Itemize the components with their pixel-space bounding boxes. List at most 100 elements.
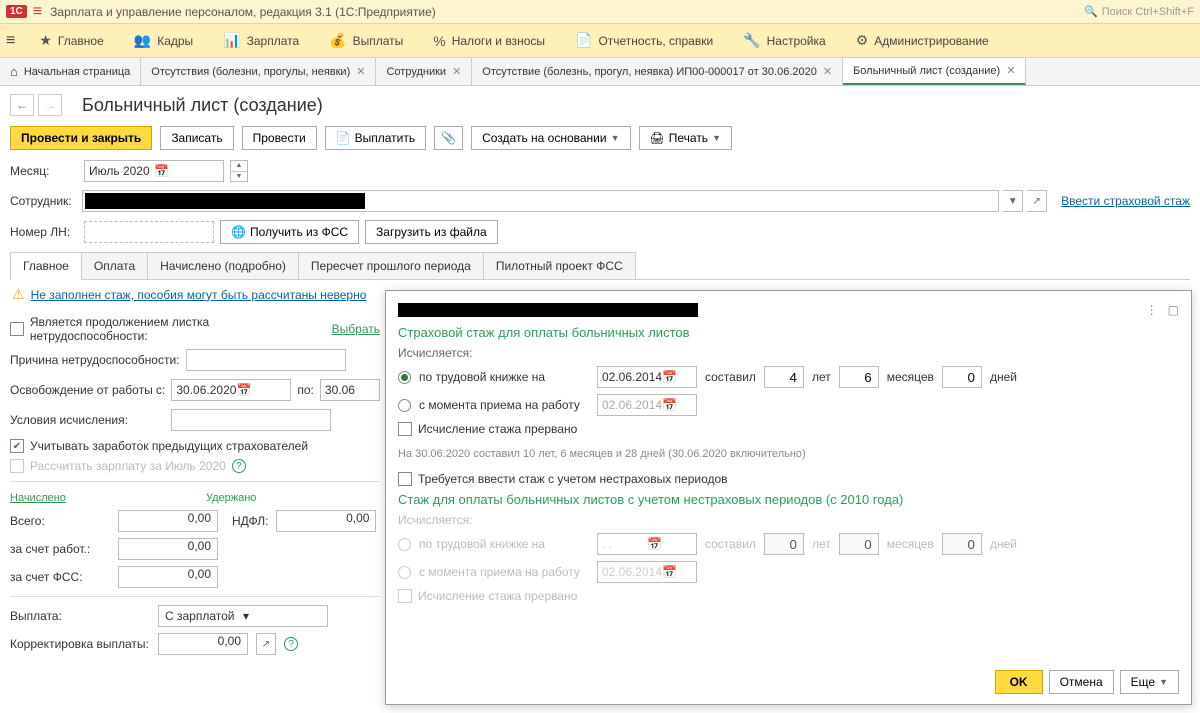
menu-payments[interactable]: 💰Выплаты <box>323 28 409 53</box>
pay-button[interactable]: 📄Выплатить <box>325 126 426 150</box>
nav-back[interactable]: ← <box>10 94 34 116</box>
correction-open[interactable]: ↗ <box>256 633 276 655</box>
years-input[interactable] <box>764 366 804 388</box>
ndfl-value[interactable]: 0,00 <box>276 510 376 532</box>
correction-value[interactable]: 0,00 <box>158 633 248 655</box>
inner-tab-recalc[interactable]: Пересчет прошлого периода <box>298 252 484 279</box>
radio-hire[interactable] <box>398 399 411 412</box>
accrued-link[interactable]: Начислено <box>10 492 66 504</box>
radio-hire-label: с момента приема на работу <box>419 398 589 412</box>
employee-input[interactable] <box>82 190 999 212</box>
cancel-button[interactable]: Отмена <box>1049 670 1114 694</box>
chevron-down-icon: ▾ <box>243 609 321 623</box>
recalc-label: Рассчитать зарплату за Июль 2020 <box>30 459 226 473</box>
attach-button[interactable]: 📎 <box>434 126 463 150</box>
employee-dropdown[interactable]: ▼ <box>1003 190 1023 212</box>
years2-input <box>764 533 804 555</box>
interrupted-label: Исчисление стажа прервано <box>418 422 577 436</box>
ln-input[interactable] <box>84 221 214 243</box>
sections-icon[interactable]: ≡ <box>6 32 15 50</box>
calc2-label: Исчисляется: <box>398 513 1179 527</box>
menu-main[interactable]: ★Главное <box>33 28 109 53</box>
menu-icon[interactable]: ≡ <box>33 3 42 21</box>
more-icon[interactable]: ⋮ <box>1146 303 1158 317</box>
calendar-icon[interactable]: 📅 <box>154 164 219 178</box>
menu-settings[interactable]: 🔧Настройка <box>737 28 832 53</box>
workbook-date[interactable]: 02.06.2014📅 <box>597 366 697 388</box>
calendar-icon[interactable]: 📅 <box>236 383 286 397</box>
hire-date[interactable]: 02.06.2014📅 <box>597 394 697 416</box>
days-input[interactable] <box>942 366 982 388</box>
prev-employers-checkbox[interactable] <box>10 439 24 453</box>
menu-reports[interactable]: 📄Отчетность, справки <box>569 28 719 53</box>
employer-value[interactable]: 0,00 <box>118 538 218 560</box>
tab-home[interactable]: ⌂Начальная страница <box>0 58 141 85</box>
interrupted-checkbox[interactable] <box>398 422 412 436</box>
noninsurance-checkbox[interactable] <box>398 472 412 486</box>
payment-select[interactable]: С зарплатой▾ <box>158 605 328 627</box>
section1-title: Страховой стаж для оплаты больничных лис… <box>398 325 1179 340</box>
close-icon[interactable]: ✕ <box>1006 64 1015 77</box>
globe-icon: 🌐 <box>231 225 246 239</box>
close-icon[interactable]: ✕ <box>823 65 832 78</box>
tab-absence-doc[interactable]: Отсутствие (болезнь, прогул, неявка) ИП0… <box>472 58 843 85</box>
warning-link[interactable]: Не заполнен стаж, пособия могут быть рас… <box>31 288 367 302</box>
inner-tab-pilot[interactable]: Пилотный проект ФСС <box>483 252 636 279</box>
radio-hire2-label: с момента приема на работу <box>419 565 589 579</box>
conditions-input[interactable] <box>171 409 331 431</box>
calendar-icon[interactable]: 📅 <box>662 398 692 412</box>
create-based-button[interactable]: Создать на основании ▼ <box>471 126 630 150</box>
people-icon: 👥 <box>134 32 151 49</box>
calendar-icon[interactable]: 📅 <box>662 370 692 384</box>
years-label: лет <box>812 370 831 384</box>
continuation-checkbox[interactable] <box>10 322 24 336</box>
reason-input[interactable] <box>186 349 346 371</box>
menu-salary[interactable]: 📊Зарплата <box>217 28 305 53</box>
inner-tab-payment[interactable]: Оплата <box>81 252 148 279</box>
load-file-button[interactable]: Загрузить из файла <box>365 220 498 244</box>
help-icon[interactable]: ? <box>284 637 298 651</box>
menu-kadry[interactable]: 👥Кадры <box>128 28 199 53</box>
month-input[interactable]: Июль 2020📅 <box>84 160 224 182</box>
menu-admin[interactable]: ⚙Администрирование <box>850 28 995 53</box>
close-icon[interactable]: ✕ <box>356 65 365 78</box>
more-button[interactable]: Еще ▼ <box>1120 670 1179 694</box>
post-button[interactable]: Провести <box>242 126 317 150</box>
chevron-down-icon: ▼ <box>611 133 620 143</box>
close-icon[interactable]: ✕ <box>452 65 461 78</box>
tab-absences[interactable]: Отсутствия (болезни, прогулы, неявки)✕ <box>141 58 376 85</box>
insurance-popup: ⋮ ▢ Страховой стаж для оплаты больничных… <box>385 290 1192 705</box>
menu-taxes[interactable]: %Налоги и взносы <box>427 29 551 53</box>
inner-tab-accrued[interactable]: Начислено (подробно) <box>147 252 299 279</box>
date-to-input[interactable]: 30.06 <box>320 379 380 401</box>
days2-input <box>942 533 982 555</box>
tab-sickleave[interactable]: Больничный лист (создание)✕ <box>843 58 1026 85</box>
write-button[interactable]: Записать <box>160 126 233 150</box>
months-label: месяцев <box>887 370 934 384</box>
print-button[interactable]: 🖨 Печать ▼ <box>639 126 732 150</box>
insurance-link[interactable]: Ввести страховой стаж <box>1061 194 1190 208</box>
star-icon: ★ <box>39 32 52 49</box>
fss-value[interactable]: 0,00 <box>118 566 218 588</box>
employee-open[interactable]: ↗ <box>1027 190 1047 212</box>
help-icon[interactable]: ? <box>232 459 246 473</box>
search-box[interactable]: 🔍 Поиск Ctrl+Shift+F <box>1084 5 1194 18</box>
month-label: Месяц: <box>10 164 78 178</box>
maximize-icon[interactable]: ▢ <box>1168 303 1179 317</box>
tab-employees[interactable]: Сотрудники✕ <box>376 58 472 85</box>
radio-workbook[interactable] <box>398 371 411 384</box>
nav-forward[interactable]: → <box>38 94 62 116</box>
post-and-close-button[interactable]: Провести и закрыть <box>10 126 152 150</box>
ok-button[interactable]: OK <box>995 670 1043 694</box>
continuation-label: Является продолжением листка нетрудоспос… <box>30 315 326 343</box>
employer-label: за счет работ.: <box>10 542 110 556</box>
radio-workbook2 <box>398 538 411 551</box>
months-input[interactable] <box>839 366 879 388</box>
total-value[interactable]: 0,00 <box>118 510 218 532</box>
date-from-input[interactable]: 30.06.2020📅 <box>171 379 291 401</box>
release-label: Освобождение от работы с: <box>10 383 165 397</box>
inner-tab-main[interactable]: Главное <box>10 252 82 279</box>
month-spinner[interactable]: ▲▼ <box>230 160 248 182</box>
choose-link[interactable]: Выбрать <box>332 322 380 336</box>
get-fss-button[interactable]: 🌐 Получить из ФСС <box>220 220 359 244</box>
